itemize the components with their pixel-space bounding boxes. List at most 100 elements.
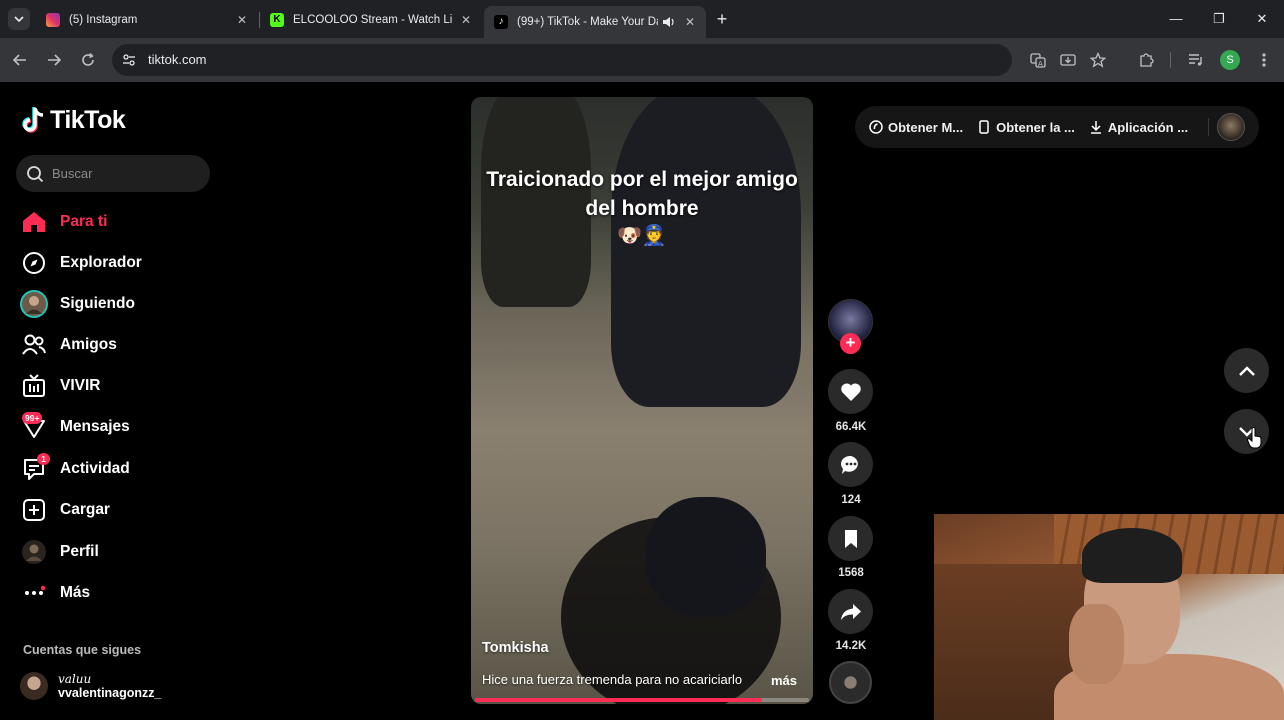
extensions-button[interactable]: [1136, 50, 1156, 70]
tab-instagram[interactable]: (5) Instagram ✕: [36, 6, 258, 34]
tab-title: ELCOOLOO Stream - Watch Live: [293, 14, 452, 26]
sidebar-item-mas[interactable]: Más: [20, 578, 210, 608]
tab-elcooloo[interactable]: K ELCOOLOO Stream - Watch Live ✕: [260, 6, 482, 34]
desktop-app-button[interactable]: Aplicación ...: [1089, 120, 1188, 135]
search-icon: [27, 166, 44, 183]
phone-icon: [977, 120, 991, 134]
search-placeholder: Buscar: [52, 166, 93, 181]
tab-search-button[interactable]: [8, 8, 30, 30]
tiktok-icon: ♪: [494, 15, 508, 29]
video-author[interactable]: Tomkisha: [482, 640, 549, 656]
forward-button[interactable]: [44, 50, 64, 70]
tab-tiktok[interactable]: ♪ (99+) TikTok - Make Your Day ✕: [484, 6, 706, 38]
sidebar-item-label: Más: [60, 584, 91, 601]
video-player[interactable]: Traicionado por el mejor amigo del hombr…: [471, 97, 813, 704]
media-controls-button[interactable]: [1186, 50, 1206, 70]
profile-avatar-button[interactable]: S: [1220, 50, 1240, 70]
following-avatar-icon: [20, 290, 48, 318]
playlist-icon: [1189, 54, 1202, 66]
profile-avatar-icon: [20, 538, 48, 566]
close-icon[interactable]: ✕: [234, 13, 250, 27]
instagram-icon: [46, 13, 60, 27]
sidebar-item-amigos[interactable]: Amigos: [20, 330, 210, 360]
caption-emoji: 🐶👮: [617, 225, 667, 247]
comment-icon: [840, 455, 858, 474]
live-tv-icon: [20, 372, 48, 400]
translate-button[interactable]: A: [1028, 50, 1048, 70]
share-button[interactable]: [828, 589, 873, 634]
like-count: 66.4K: [835, 421, 867, 433]
save-button[interactable]: [828, 516, 873, 561]
get-coins-button[interactable]: Obtener M...: [869, 120, 963, 135]
reload-button[interactable]: [78, 50, 98, 70]
share-arrow-icon: [840, 603, 861, 620]
speaker-icon[interactable]: [662, 16, 676, 28]
get-coins-label: Obtener M...: [888, 119, 964, 135]
follow-button[interactable]: +: [840, 333, 861, 354]
site-settings-icon[interactable]: [122, 53, 136, 67]
desktop-app-label: Aplicación ...: [1107, 119, 1189, 135]
sidebar-item-cargar[interactable]: Cargar: [20, 495, 210, 525]
sidebar-item-mensajes[interactable]: 99+ Mensajes: [20, 412, 210, 442]
video-scene: [646, 497, 766, 617]
reload-icon: [82, 53, 94, 66]
install-icon: [1060, 54, 1076, 66]
get-app-button[interactable]: Obtener la ...: [977, 120, 1075, 135]
sidebar-item-label: Para ti: [60, 213, 108, 230]
tab-title: (5) Instagram: [69, 14, 138, 26]
heart-icon: [840, 382, 861, 401]
upload-icon: [20, 496, 48, 524]
music-disc[interactable]: [829, 661, 872, 704]
close-icon[interactable]: ✕: [458, 13, 474, 27]
sidebar-item-actividad[interactable]: 1 Actividad: [20, 453, 210, 484]
sidebar-item-siguiendo[interactable]: Siguiendo: [20, 289, 210, 319]
screen: (5) Instagram ✕ K ELCOOLOO Stream - Watc…: [0, 0, 1284, 720]
home-icon: [20, 208, 48, 236]
comment-button[interactable]: [828, 442, 873, 487]
video-progress-bar[interactable]: [475, 698, 809, 702]
following-account[interactable]: valuu vvalentinagonzz_: [20, 672, 162, 700]
sidebar-item-vivir[interactable]: VIVIR: [20, 371, 210, 401]
address-bar[interactable]: tiktok.com: [112, 44, 1012, 76]
restore-button[interactable]: ❐: [1209, 9, 1229, 29]
sidebar-item-explorador[interactable]: Explorador: [20, 248, 210, 278]
friends-icon: [20, 331, 48, 359]
new-tab-button[interactable]: +: [712, 9, 732, 29]
install-app-button[interactable]: [1058, 50, 1078, 70]
compass-icon: [20, 249, 48, 277]
comment-count: 124: [841, 494, 861, 506]
sidebar-item-label: Explorador: [60, 254, 142, 271]
coin-icon: [869, 120, 883, 134]
sidebar-item-label: Perfil: [60, 543, 99, 560]
bookmark-star-button[interactable]: [1088, 50, 1108, 70]
like-button[interactable]: [828, 369, 873, 414]
chevron-down-icon: [14, 16, 24, 23]
following-section-title: Cuentas que sigues: [23, 643, 142, 657]
tiktok-note-icon: [22, 107, 44, 133]
sidebar-item-perfil[interactable]: Perfil: [20, 537, 210, 567]
browser-menu-button[interactable]: [1254, 50, 1274, 70]
video-scene: [611, 97, 801, 407]
url-text: tiktok.com: [148, 52, 207, 67]
search-input[interactable]: Buscar: [16, 155, 210, 192]
browser-tab-bar: (5) Instagram ✕ K ELCOOLOO Stream - Watc…: [0, 0, 1284, 38]
minimize-button[interactable]: —: [1166, 9, 1186, 29]
sidebar-item-para-ti[interactable]: Para ti: [20, 207, 210, 237]
messages-icon: 99+: [20, 412, 48, 441]
tab-title: (99+) TikTok - Make Your Day: [517, 16, 658, 28]
window-close-button[interactable]: ✕: [1252, 9, 1272, 29]
user-avatar-button[interactable]: [1217, 113, 1245, 141]
more-link[interactable]: más: [771, 673, 797, 688]
webcam-scene: [1082, 528, 1182, 583]
top-actions-bar: Obtener M... Obtener la ... Aplicación .…: [855, 106, 1259, 148]
back-button[interactable]: [10, 50, 30, 70]
get-app-label: Obtener la ...: [996, 119, 1075, 135]
close-icon[interactable]: ✕: [682, 15, 698, 29]
progress-fill: [475, 698, 763, 702]
tiktok-logo[interactable]: TikTok: [22, 106, 126, 135]
caption-line: del hombre: [585, 197, 699, 220]
kick-icon: K: [270, 13, 284, 27]
arrow-left-icon: [13, 54, 26, 66]
previous-video-button[interactable]: [1224, 348, 1269, 393]
hand-cursor-icon: [1247, 427, 1262, 449]
